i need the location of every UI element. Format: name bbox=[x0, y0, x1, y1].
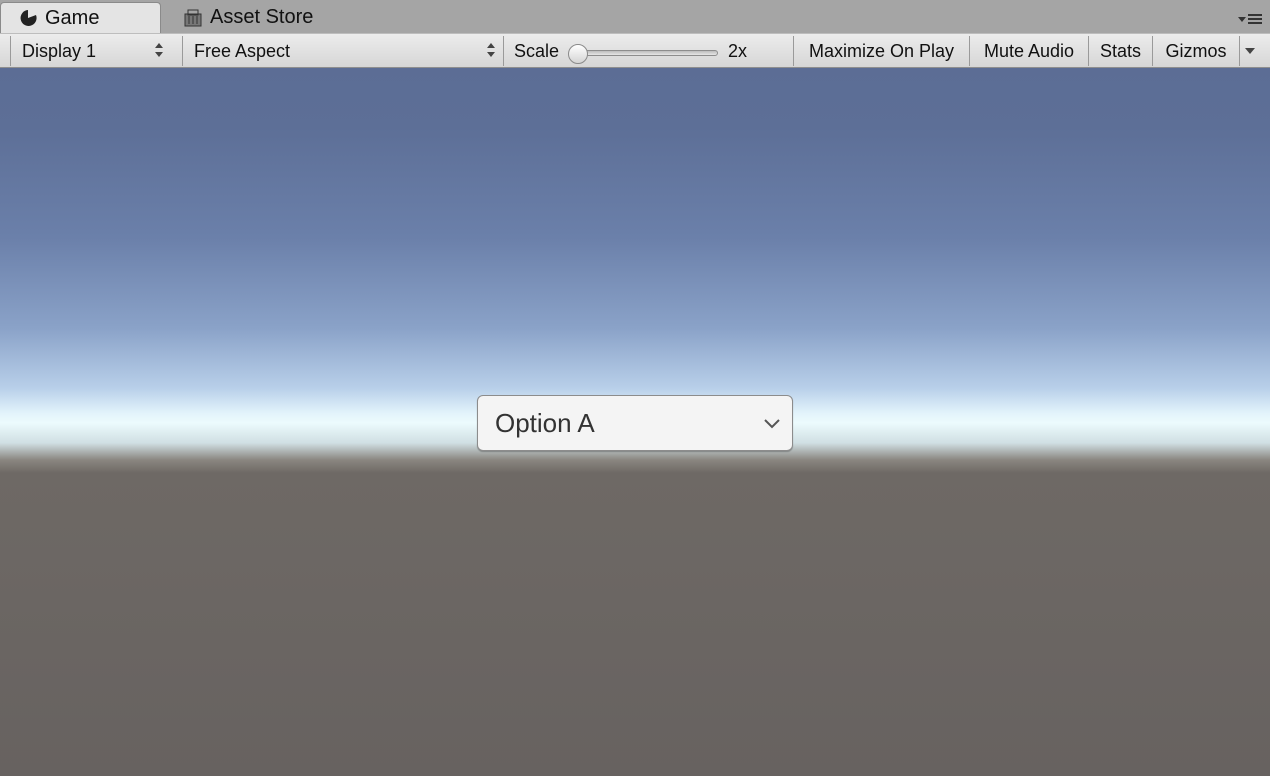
aspect-dropdown-label: Free Aspect bbox=[194, 40, 291, 61]
updown-arrows-icon bbox=[155, 43, 163, 59]
option-dropdown[interactable]: Option A bbox=[477, 395, 793, 451]
game-view[interactable]: Option A bbox=[0, 68, 1270, 776]
chevron-down-icon bbox=[752, 417, 792, 429]
unity-editor-window: Game Asset Store Display 1 Free Aspect S… bbox=[0, 0, 1270, 776]
divider bbox=[503, 36, 504, 66]
scale-label: Scale bbox=[514, 40, 560, 61]
mute-audio-button[interactable]: Mute Audio bbox=[970, 34, 1088, 68]
aspect-dropdown[interactable]: Free Aspect bbox=[183, 34, 503, 68]
tab-menu-lines-icon bbox=[1248, 14, 1262, 24]
scale-slider-thumb[interactable] bbox=[568, 44, 588, 64]
store-bag-icon bbox=[182, 7, 204, 29]
updown-arrows-icon bbox=[487, 43, 495, 59]
tab-menu-icon[interactable] bbox=[1238, 12, 1266, 26]
tab-asset-store[interactable]: Asset Store bbox=[180, 2, 313, 33]
tab-game-label: Game bbox=[45, 6, 100, 29]
game-toolbar: Display 1 Free Aspect Scale 2x Maximize … bbox=[0, 33, 1270, 68]
gizmos-button[interactable]: Gizmos bbox=[1153, 34, 1239, 68]
tab-menu-arrow-icon bbox=[1238, 16, 1246, 22]
scale-value: 2x bbox=[728, 40, 748, 61]
display-dropdown-label: Display 1 bbox=[22, 40, 97, 61]
display-dropdown[interactable]: Display 1 bbox=[11, 34, 171, 68]
option-dropdown-label: Option A bbox=[495, 407, 595, 438]
gizmos-dropdown-arrow-icon[interactable] bbox=[1240, 37, 1260, 65]
tab-game[interactable]: Game bbox=[0, 2, 161, 33]
pacman-icon bbox=[17, 7, 39, 29]
tab-asset-store-label: Asset Store bbox=[210, 6, 314, 28]
stats-button[interactable]: Stats bbox=[1089, 34, 1152, 68]
tab-strip: Game Asset Store bbox=[0, 0, 1270, 33]
maximize-on-play-button[interactable]: Maximize On Play bbox=[794, 34, 969, 68]
scale-slider-track[interactable] bbox=[574, 50, 718, 56]
dropdown-triangle-icon bbox=[1245, 48, 1255, 54]
